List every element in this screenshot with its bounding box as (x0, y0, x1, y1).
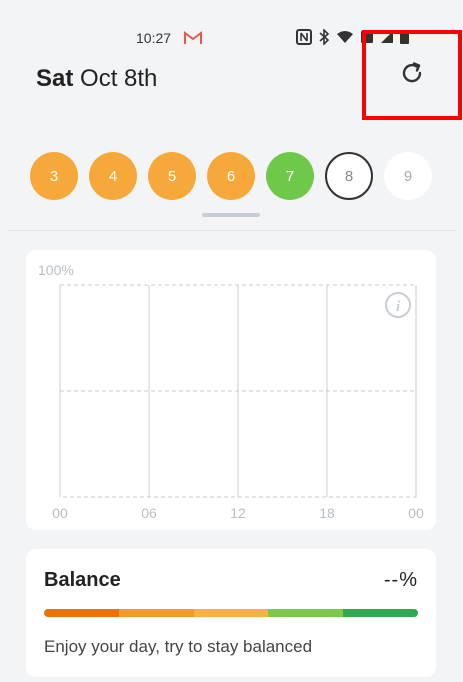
info-icon[interactable]: i (385, 292, 411, 318)
day-label: 9 (403, 167, 413, 185)
balance-bar-segment (268, 609, 344, 617)
day-selector: 3 4 5 6 7 8 9 (30, 152, 432, 200)
day-label: 4 (108, 167, 118, 185)
balance-card: Balance --% Enjoy your day, try to stay … (26, 549, 436, 677)
wifi-icon (336, 30, 354, 49)
y-max-label: 100% (38, 262, 74, 278)
balance-bar (44, 609, 418, 617)
gmail-icon (184, 31, 202, 50)
day-4[interactable]: 4 (89, 152, 137, 200)
day-9[interactable]: 9 (384, 152, 432, 200)
x-tick-label: 00 (52, 505, 68, 521)
drag-handle[interactable] (202, 213, 260, 217)
day-6[interactable]: 6 (207, 152, 255, 200)
x-tick-label: 06 (141, 505, 157, 521)
balance-bar-segment (193, 609, 269, 617)
balance-bar-segment (343, 609, 418, 617)
chart-svg: 100% 00 06 12 18 00 i (38, 262, 424, 521)
nfc-icon (296, 29, 312, 50)
activity-chart: 100% 00 06 12 18 00 i (26, 250, 436, 530)
balance-message: Enjoy your day, try to stay balanced (44, 637, 313, 656)
x-tick-label: 00 (408, 505, 424, 521)
refresh-icon (399, 60, 425, 91)
balance-bar-segment (118, 609, 194, 617)
day-label: 5 (167, 167, 177, 185)
day-3[interactable]: 3 (30, 152, 78, 200)
day-8[interactable]: 8 (325, 152, 373, 200)
day-5[interactable]: 5 (148, 152, 196, 200)
page-title: Sat Oct 8th (36, 65, 157, 93)
refresh-button[interactable] (362, 30, 462, 120)
status-time: 10:27 (136, 30, 172, 46)
date-label: Oct 8th (80, 65, 158, 92)
x-tick-label: 18 (319, 505, 335, 521)
day-7[interactable]: 7 (266, 152, 314, 200)
day-label: 6 (226, 167, 236, 185)
balance-value: --% (383, 569, 418, 591)
divider (8, 230, 455, 231)
day-name: Sat (36, 65, 74, 92)
day-label: 7 (285, 167, 295, 185)
x-tick-label: 12 (230, 505, 246, 521)
day-label: 8 (344, 167, 354, 185)
balance-title: Balance (44, 569, 121, 591)
balance-bar-segment (44, 609, 119, 617)
day-label: 3 (49, 167, 59, 185)
bluetooth-icon (318, 28, 330, 50)
